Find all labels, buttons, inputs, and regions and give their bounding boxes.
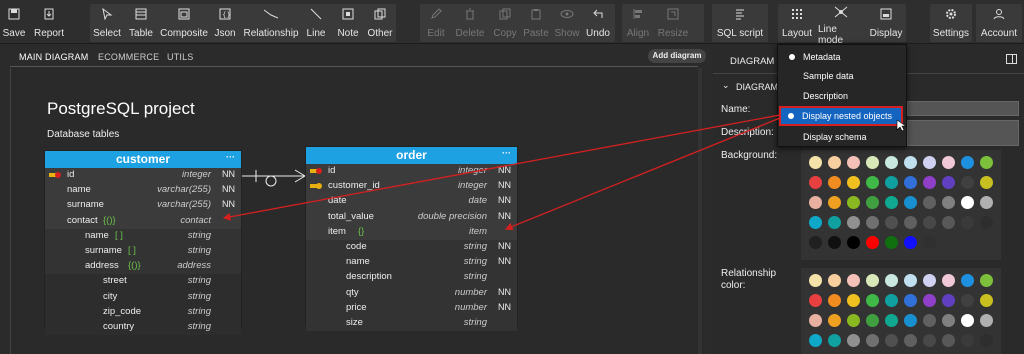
annotation-overlay	[222, 114, 907, 231]
relationship-line[interactable]	[242, 169, 306, 187]
annotation-arrow-item	[504, 117, 781, 231]
mouse-pointer-icon	[896, 119, 907, 132]
annotation-arrow-contact	[222, 114, 781, 221]
